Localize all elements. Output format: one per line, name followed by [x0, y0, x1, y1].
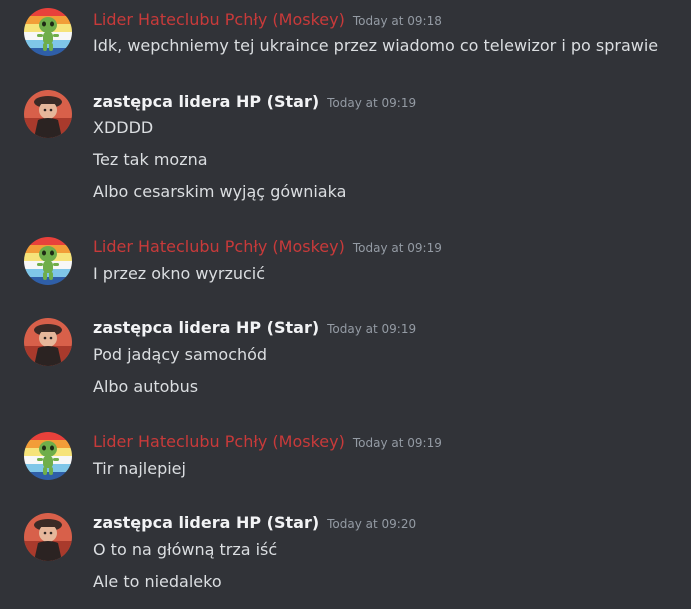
- message-text: Ale to niedaleko: [93, 572, 222, 591]
- green-alien-plush-icon: [24, 237, 72, 285]
- timestamp: Today at 09:18: [352, 14, 442, 28]
- message-text: Idk, wepchniemy tej ukraince przez wiado…: [93, 36, 659, 55]
- message-header: Lider Hateclubu Pchły (Moskey) Today at 0…: [93, 430, 442, 454]
- author-name[interactable]: zastępca lidera HP (Star): [93, 318, 319, 337]
- author-name[interactable]: zastępca lidera HP (Star): [93, 92, 319, 111]
- author-name[interactable]: zastępca lidera HP (Star): [93, 513, 319, 532]
- message-header: zastępca lidera HP (Star) Today at 09:19: [93, 90, 416, 114]
- timestamp: Today at 09:20: [327, 517, 417, 531]
- message-text: XDDDD: [93, 118, 154, 137]
- timestamp: Today at 09:19: [327, 96, 417, 110]
- green-alien-plush-icon: [24, 8, 72, 56]
- red-character-icon: [24, 90, 72, 138]
- avatar[interactable]: [24, 90, 72, 138]
- author-name[interactable]: Lider Hateclubu Pchły (Moskey): [93, 237, 345, 256]
- message-header: Lider Hateclubu Pchły (Moskey) Today at 0…: [93, 235, 442, 259]
- red-character-icon: [24, 318, 72, 366]
- timestamp: Today at 09:19: [352, 241, 442, 255]
- message-text: Albo cesarskim wyjąç gówniaka: [93, 182, 347, 201]
- message-text: Albo autobus: [93, 377, 199, 396]
- message-text: O to na główną trza iść: [93, 540, 278, 559]
- avatar[interactable]: [24, 237, 72, 285]
- avatar[interactable]: [24, 513, 72, 561]
- timestamp: Today at 09:19: [327, 322, 417, 336]
- author-name[interactable]: Lider Hateclubu Pchły (Moskey): [93, 10, 345, 29]
- avatar[interactable]: [24, 318, 72, 366]
- message-text: I przez okno wyrzucić: [93, 264, 266, 283]
- message-header: Lider Hateclubu Pchły (Moskey) Today at 0…: [93, 8, 442, 32]
- author-name[interactable]: Lider Hateclubu Pchły (Moskey): [93, 432, 345, 451]
- message-header: zastępca lidera HP (Star) Today at 09:19: [93, 316, 416, 340]
- avatar[interactable]: [24, 432, 72, 480]
- avatar[interactable]: [24, 8, 72, 56]
- message-text: Tez tak mozna: [93, 150, 208, 169]
- message-text: Tir najlepiej: [93, 459, 186, 478]
- message-text: Pod jadący samochód: [93, 345, 268, 364]
- red-character-icon: [24, 513, 72, 561]
- message-header: zastępca lidera HP (Star) Today at 09:20: [93, 511, 416, 535]
- green-alien-plush-icon: [24, 432, 72, 480]
- timestamp: Today at 09:19: [352, 436, 442, 450]
